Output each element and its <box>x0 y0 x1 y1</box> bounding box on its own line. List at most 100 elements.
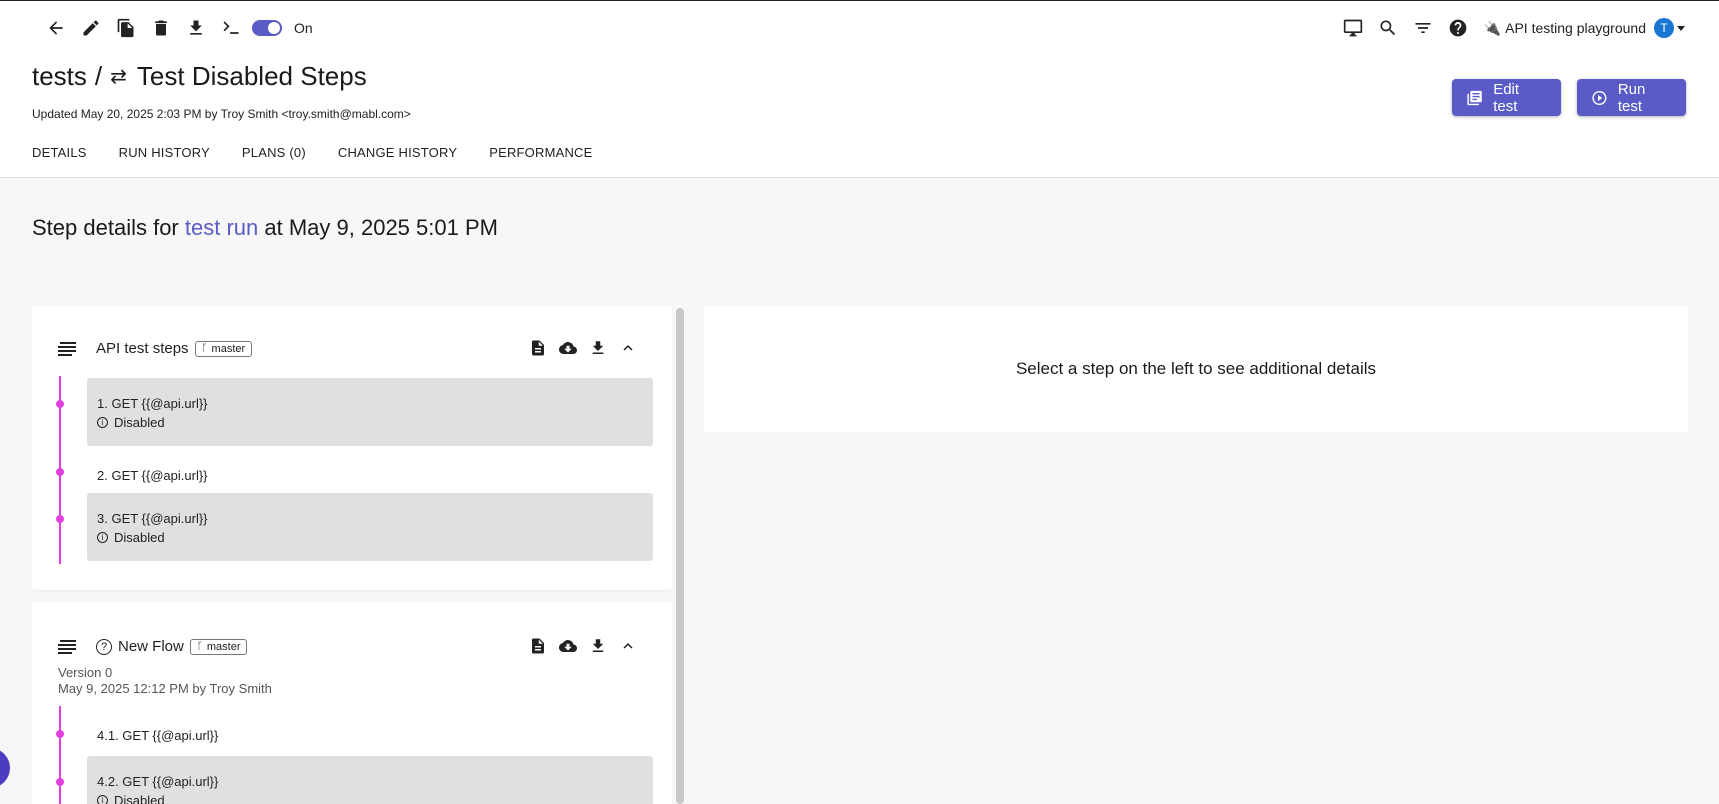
edit-test-button[interactable]: Edit test <box>1452 79 1561 116</box>
help-button[interactable] <box>1441 15 1476 41</box>
download-icon <box>189 20 202 35</box>
download-button[interactable] <box>588 636 608 656</box>
steps-list-icon <box>58 639 78 654</box>
download-icon <box>592 639 604 652</box>
library-icon <box>1467 90 1482 105</box>
branch-badge: ᚴ master <box>194 340 253 357</box>
flow-header[interactable]: ? New Flow ᚴ master <box>58 638 248 655</box>
page-title: tests / ⇄ Test Disabled Steps <box>32 61 367 92</box>
step-label: 2. GET {{@api.url}} <box>97 468 208 483</box>
terminal-icon <box>223 21 238 34</box>
heading-suffix: at May 9, 2025 5:01 PM <box>264 215 498 240</box>
step-item[interactable]: 1. GET {{@api.url}} i Disabled <box>87 378 653 446</box>
timeline-dot <box>56 515 64 523</box>
copy-icon <box>117 18 133 38</box>
test-name: Test Disabled Steps <box>136 61 367 91</box>
tab-plans[interactable]: PLANS (0) <box>242 145 306 160</box>
step-group-header[interactable]: API test steps ᚴ master <box>58 340 253 357</box>
delete-button[interactable] <box>143 15 178 41</box>
step-status-text: Disabled <box>114 793 165 804</box>
steps-panel: API test steps ᚴ master 1. GET {{@api.ur… <box>32 306 672 804</box>
step-status-text: Disabled <box>114 415 165 430</box>
page-header: On 🔌 API testing playground T tests / ⇄ … <box>0 1 1719 178</box>
run-test-label: Run test <box>1617 80 1646 115</box>
step-label: 4.1. GET {{@api.url}} <box>97 728 219 743</box>
cloud-download-button[interactable] <box>558 338 578 358</box>
help-icon <box>1449 19 1467 37</box>
caret-down-icon <box>1677 25 1685 31</box>
step-label: 4.2. GET {{@api.url}} <box>97 774 219 789</box>
cli-button[interactable] <box>213 15 248 41</box>
step-item[interactable]: 2. GET {{@api.url}} <box>87 456 653 496</box>
back-button[interactable] <box>38 15 73 41</box>
flow-title: New Flow <box>118 638 184 655</box>
collapse-button[interactable] <box>618 636 638 656</box>
download-button[interactable] <box>588 338 608 358</box>
run-test-button[interactable]: Run test <box>1577 79 1686 116</box>
updated-info: Updated May 20, 2025 2:03 PM by Troy Smi… <box>32 107 411 121</box>
step-item[interactable]: 4.1. GET {{@api.url}} <box>87 718 653 758</box>
toggle-label: On <box>294 20 313 36</box>
chevron-up-icon <box>623 643 633 649</box>
step-status: i Disabled <box>97 415 643 430</box>
step-group-actions <box>528 338 638 358</box>
step-label: 1. GET {{@api.url}} <box>97 396 208 411</box>
step-group-card: API test steps ᚴ master 1. GET {{@api.ur… <box>32 306 672 590</box>
tab-details[interactable]: DETAILS <box>32 145 87 160</box>
flow-actions <box>528 636 638 656</box>
info-icon: i <box>97 417 108 428</box>
branch-name: master <box>206 640 241 653</box>
step-status: i Disabled <box>97 793 643 804</box>
download-icon <box>592 341 604 354</box>
tab-performance[interactable]: PERFORMANCE <box>489 145 592 160</box>
steps-scrollbar[interactable] <box>676 308 684 804</box>
step-item[interactable]: 3. GET {{@api.url}} i Disabled <box>87 493 653 561</box>
workspace-switcher[interactable]: 🔌 API testing playground T <box>1484 18 1685 38</box>
duplicate-button[interactable] <box>108 15 143 41</box>
filter-icon <box>1415 23 1431 33</box>
view-log-button[interactable] <box>528 636 548 656</box>
search-icon <box>1380 20 1396 36</box>
view-log-button[interactable] <box>528 338 548 358</box>
play-circle-icon <box>1592 90 1607 105</box>
branch-badge: ᚴ master <box>189 638 248 655</box>
cloud-download-icon <box>559 640 577 652</box>
cloud-download-button[interactable] <box>558 636 578 656</box>
test-run-link[interactable]: test run <box>185 215 258 240</box>
info-icon: i <box>97 532 108 543</box>
tab-change-history[interactable]: CHANGE HISTORY <box>338 145 457 160</box>
branch-name: master <box>211 342 246 355</box>
chat-launcher-button[interactable] <box>0 748 10 788</box>
tab-run-history[interactable]: RUN HISTORY <box>119 145 210 160</box>
monitor-icon <box>1344 19 1363 37</box>
workspace-name: API testing playground <box>1505 20 1646 36</box>
branch-icon: ᚴ <box>201 343 208 354</box>
flow-meta: May 9, 2025 12:12 PM by Troy Smith <box>58 681 272 696</box>
test-toolbar: On <box>38 15 313 41</box>
step-detail-panel: Select a step on the left to see additio… <box>704 306 1688 432</box>
step-status-text: Disabled <box>114 530 165 545</box>
breadcrumb-separator: / <box>94 61 103 91</box>
filter-button[interactable] <box>1406 15 1441 41</box>
api-test-icon: ⇄ <box>110 66 127 88</box>
timeline-dot <box>56 468 64 476</box>
cloud-download-icon <box>559 342 577 354</box>
desktop-button[interactable] <box>1336 15 1371 41</box>
timeline-dot <box>56 778 64 786</box>
steps-list-icon <box>58 341 78 356</box>
info-icon: i <box>97 795 108 804</box>
edit-button[interactable] <box>73 15 108 41</box>
breadcrumb-tests[interactable]: tests <box>32 61 87 92</box>
step-details-heading: Step details for test run at May 9, 2025… <box>32 215 498 241</box>
step-item[interactable]: 4.2. GET {{@api.url}} i Disabled <box>87 756 653 804</box>
collapse-button[interactable] <box>618 338 638 358</box>
edit-test-label: Edit test <box>1493 80 1520 115</box>
pencil-icon <box>83 20 99 36</box>
export-button[interactable] <box>178 15 213 41</box>
flow-version: Version 0 <box>58 665 113 680</box>
avatar: T <box>1654 18 1674 38</box>
search-button[interactable] <box>1371 15 1406 41</box>
step-status: i Disabled <box>97 530 643 545</box>
step-timeline <box>59 706 61 804</box>
enabled-toggle[interactable] <box>252 20 282 36</box>
